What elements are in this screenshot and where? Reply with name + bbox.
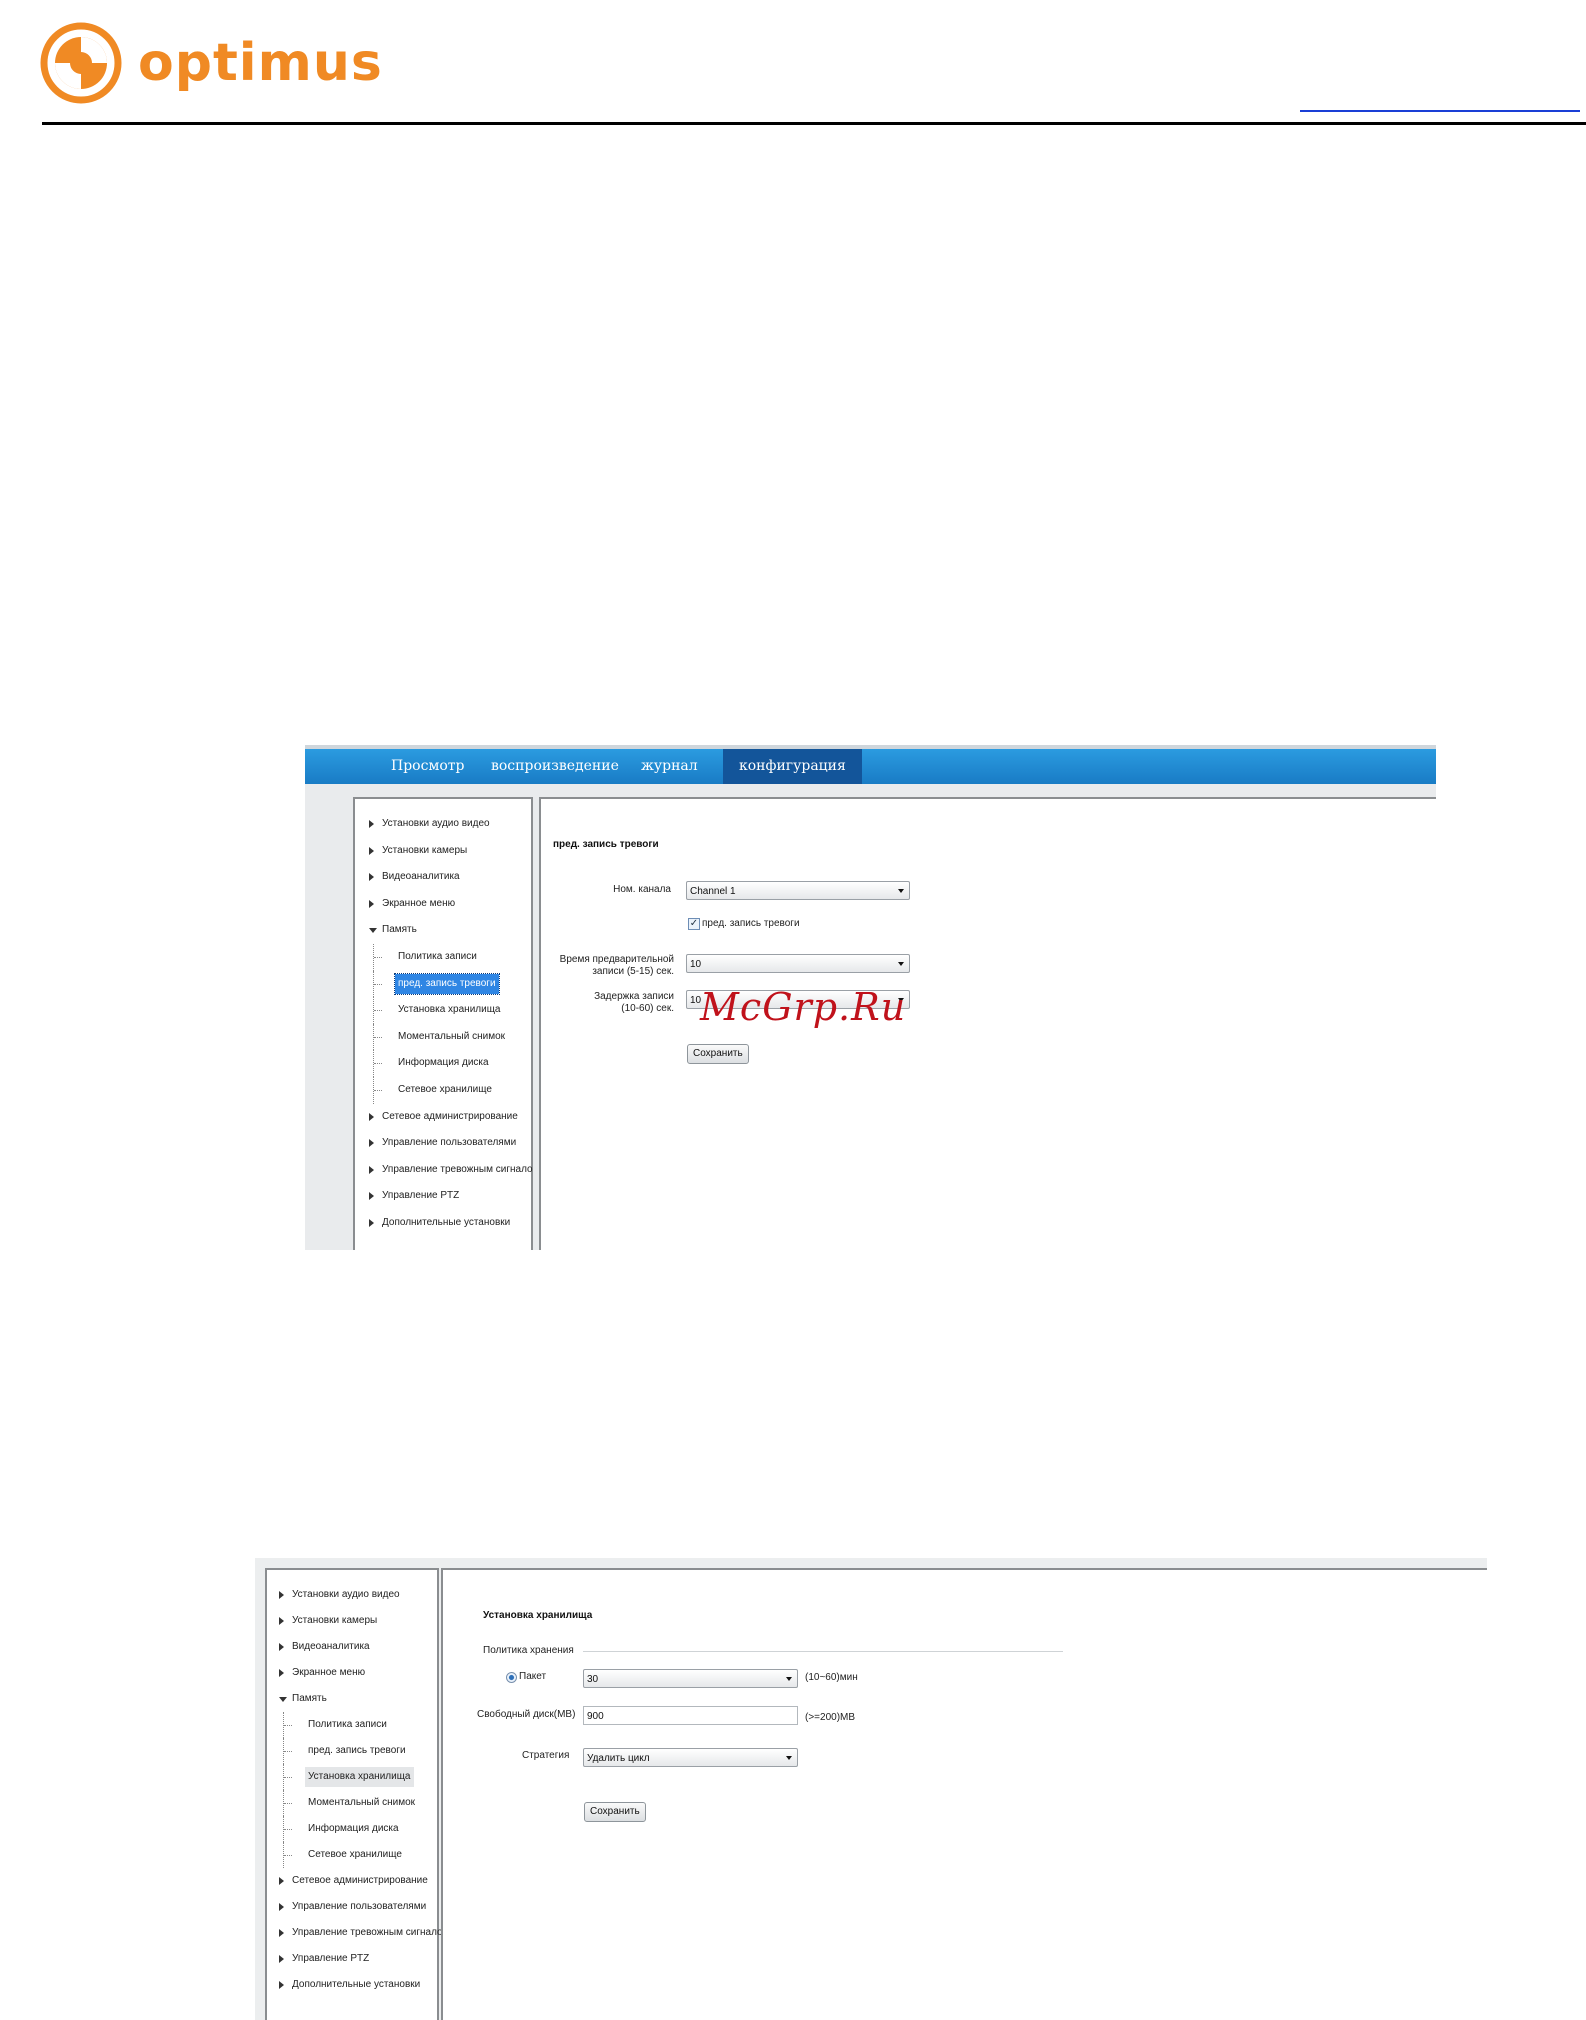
expand-arrow-icon: [279, 1877, 284, 1885]
expand-arrow-icon: [369, 1165, 374, 1174]
expand-arrow-icon: [279, 1669, 284, 1677]
header-link-underline[interactable]: [1300, 110, 1580, 112]
expand-arrow-icon: [369, 1218, 374, 1227]
menu-item-osd[interactable]: Экранное меню: [369, 891, 536, 918]
expand-arrow-icon: [279, 1591, 284, 1599]
config-sidebar: Установки аудио видео Установки камеры В…: [265, 1568, 443, 2020]
config-menu: Установки аудио видео Установки камеры В…: [369, 811, 536, 1237]
menu-item-prealarm-record[interactable]: пред. запись тревоги: [279, 1738, 446, 1764]
dropdown-arrow-icon: [786, 1756, 792, 1760]
packet-label: Пакет: [519, 1671, 547, 1682]
menu-item-advanced[interactable]: Дополнительные установки: [279, 1972, 446, 1998]
free-disk-hint: (>=200)MB: [805, 1712, 856, 1723]
save-button[interactable]: Сохранить: [687, 1044, 749, 1064]
save-button[interactable]: Сохранить: [584, 1802, 646, 1822]
menu-item-storage[interactable]: Память: [369, 917, 536, 944]
prerecord-time-label: Время предварительной записи (5-15) сек.: [559, 954, 674, 977]
collapse-arrow-icon: [369, 928, 377, 934]
header-divider: [42, 122, 1586, 125]
expand-arrow-icon: [279, 1617, 284, 1625]
menu-item-storage-setup[interactable]: Установка хранилища: [369, 997, 536, 1024]
channel-select[interactable]: Channel 1: [686, 881, 910, 900]
menu-item-ptz[interactable]: Управление PTZ: [279, 1946, 446, 1972]
menu-item-network-storage[interactable]: Сетевое хранилище: [369, 1076, 536, 1104]
dropdown-arrow-icon: [898, 889, 904, 893]
top-nav-bar: Просмотр воспроизведение журнал конфигур…: [305, 745, 1436, 788]
brand-name: optimus: [138, 33, 383, 93]
menu-item-video-analytics[interactable]: Видеоаналитика: [369, 864, 536, 891]
menu-item-alarm-management[interactable]: Управление тревожным сигнало: [279, 1920, 446, 1946]
strategy-select[interactable]: Удалить цикл: [583, 1748, 798, 1767]
dropdown-arrow-icon: [786, 1677, 792, 1681]
menu-item-network-admin[interactable]: Сетевое администрирование: [279, 1868, 446, 1894]
expand-arrow-icon: [369, 1192, 374, 1201]
menu-item-disk-info[interactable]: Информация диска: [279, 1816, 446, 1842]
menu-item-alarm-management[interactable]: Управление тревожным сигнало: [369, 1157, 536, 1184]
dropdown-arrow-icon: [898, 962, 904, 966]
record-delay-label: Задержка записи (10-60) сек.: [594, 991, 674, 1014]
menu-item-camera-settings[interactable]: Установки камеры: [369, 838, 536, 865]
expand-arrow-icon: [279, 1981, 284, 1989]
menu-item-snapshot[interactable]: Моментальный снимок: [279, 1790, 446, 1816]
packet-select[interactable]: 30: [583, 1669, 798, 1688]
menu-item-camera-settings[interactable]: Установки камеры: [279, 1608, 446, 1634]
expand-arrow-icon: [279, 1903, 284, 1911]
tab-preview[interactable]: Просмотр: [375, 749, 480, 784]
prealarm-content-panel: пред. запись тревоги Ном. канала Channel…: [539, 797, 1436, 1250]
menu-item-prealarm-record[interactable]: пред. запись тревоги: [369, 970, 536, 998]
menu-item-user-management[interactable]: Управление пользователями: [279, 1894, 446, 1920]
channel-label: Ном. канала: [613, 884, 671, 895]
menu-item-storage-setup[interactable]: Установка хранилища: [279, 1764, 446, 1790]
menu-item-network-storage[interactable]: Сетевое хранилище: [279, 1842, 446, 1868]
brand-logo: optimus: [40, 22, 383, 104]
menu-item-record-policy[interactable]: Политика записи: [279, 1712, 446, 1738]
menu-item-av-settings[interactable]: Установки аудио видео: [279, 1582, 446, 1608]
tab-log[interactable]: журнал: [625, 749, 714, 784]
tab-playback[interactable]: воспроизведение: [475, 749, 635, 784]
expand-arrow-icon: [369, 873, 374, 882]
storage-policy-label: Политика хранения: [483, 1645, 574, 1656]
menu-item-osd[interactable]: Экранное меню: [279, 1660, 446, 1686]
prealarm-checkbox[interactable]: ✓: [688, 918, 700, 930]
menu-item-user-management[interactable]: Управление пользователями: [369, 1130, 536, 1157]
menu-item-disk-info[interactable]: Информация диска: [369, 1050, 536, 1077]
watermark-text: McGrp.Ru: [700, 985, 907, 1029]
section-title: Установка хранилища: [483, 1610, 593, 1621]
packet-hint: (10~60)мин: [805, 1672, 858, 1683]
storage-content-panel: Установка хранилища Политика хранения Па…: [441, 1568, 1487, 2020]
optimus-logo-icon: [40, 22, 122, 104]
menu-item-video-analytics[interactable]: Видеоаналитика: [279, 1634, 446, 1660]
storage-config-window: Установки аудио видео Установки камеры В…: [255, 1558, 1487, 2020]
free-disk-input[interactable]: 900: [583, 1706, 798, 1725]
prerecord-time-select[interactable]: 10: [686, 954, 910, 973]
menu-item-record-policy[interactable]: Политика записи: [369, 943, 536, 971]
expand-arrow-icon: [369, 846, 374, 855]
config-menu: Установки аудио видео Установки камеры В…: [279, 1582, 446, 1998]
section-title: пред. запись тревоги: [553, 839, 659, 850]
collapse-arrow-icon: [279, 1697, 287, 1702]
menu-item-network-admin[interactable]: Сетевое администрирование: [369, 1104, 536, 1131]
expand-arrow-icon: [369, 1139, 374, 1148]
expand-arrow-icon: [279, 1955, 284, 1963]
packet-radio[interactable]: [506, 1672, 517, 1683]
expand-arrow-icon: [369, 899, 374, 908]
menu-item-advanced[interactable]: Дополнительные установки: [369, 1210, 536, 1237]
policy-divider: [583, 1651, 1063, 1652]
expand-arrow-icon: [369, 1112, 374, 1121]
free-disk-label: Свободный диск(MB): [477, 1709, 576, 1720]
config-sidebar: Установки аудио видео Установки камеры В…: [353, 797, 533, 1250]
menu-item-ptz[interactable]: Управление PTZ: [369, 1183, 536, 1210]
menu-item-storage[interactable]: Память: [279, 1686, 446, 1712]
strategy-label: Стратегия: [522, 1750, 570, 1761]
menu-item-av-settings[interactable]: Установки аудио видео: [369, 811, 536, 838]
expand-arrow-icon: [369, 820, 374, 828]
expand-arrow-icon: [279, 1643, 284, 1651]
prealarm-checkbox-label: пред. запись тревоги: [702, 918, 800, 929]
menu-item-snapshot[interactable]: Моментальный снимок: [369, 1023, 536, 1051]
expand-arrow-icon: [279, 1929, 284, 1937]
tab-configuration[interactable]: конфигурация: [723, 749, 862, 784]
